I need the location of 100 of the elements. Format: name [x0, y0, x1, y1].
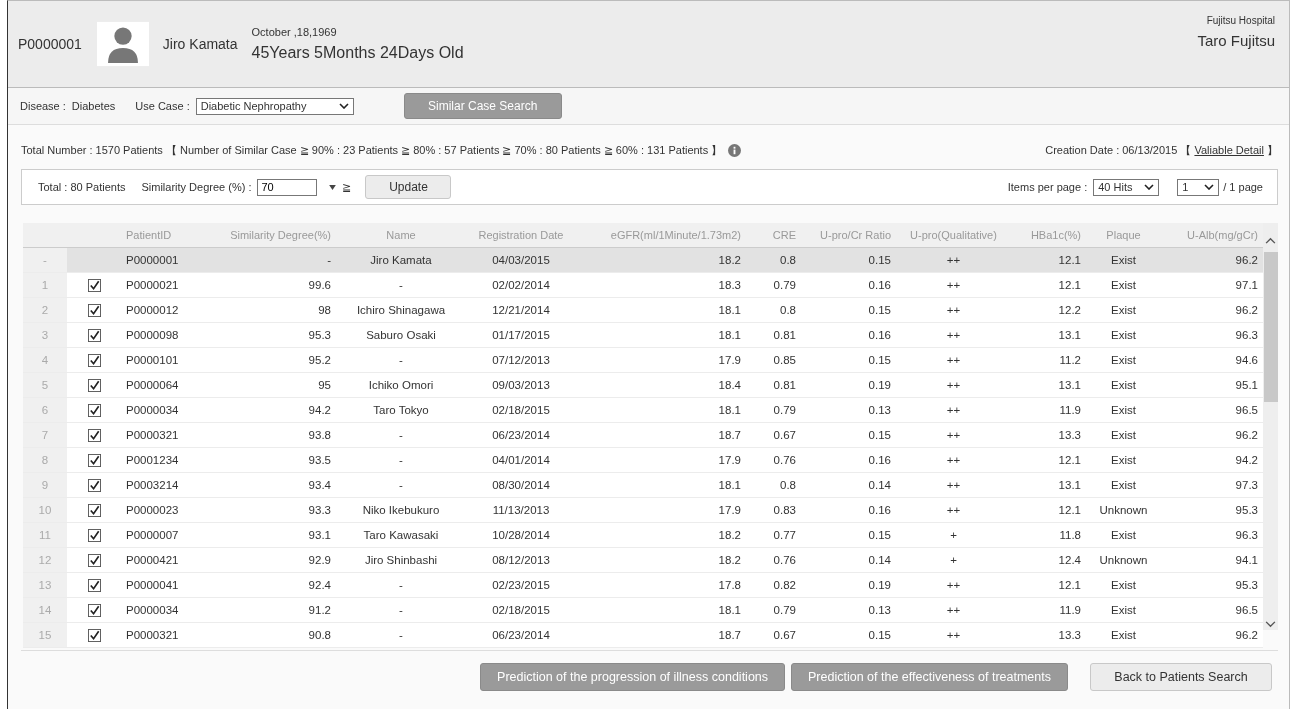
dropdown-triangle-icon[interactable]	[329, 184, 337, 190]
patient-id-cell-text: P0000021	[125, 279, 180, 291]
egfr-cell-text: 18.7	[717, 429, 742, 441]
row-number: 3	[23, 323, 67, 347]
chevron-icon	[1204, 184, 1215, 190]
date-cell-text: 04/03/2015	[491, 254, 551, 266]
patient-id-cell-text: P0000101	[125, 354, 180, 366]
cre-cell-text: 0.76	[772, 454, 797, 466]
row-checkbox[interactable]	[87, 503, 101, 517]
row-number: 1	[23, 273, 67, 297]
hba1c-cell-text: 11.9	[1058, 604, 1082, 616]
summary-text: Total Number : 1570 Patients 【 Number of Similar Case ≧ 90% : 23 Patients ≧ 80% : 57 Patients ≧ 70% : 80 Patients ≧ 60% : 131 Patients 】	[21, 142, 723, 158]
patient-id-cell-text: P0003214	[125, 479, 180, 491]
qualitative-cell-text: ++	[945, 354, 962, 366]
date-cell-text: 01/17/2015	[491, 329, 551, 341]
egfr-cell-text: 17.9	[717, 454, 742, 466]
detail-link[interactable]: Valiable Detail	[1194, 143, 1264, 156]
hba1c-cell-text: 12.4	[1057, 554, 1082, 566]
items-per-page-dropdown[interactable]: 40 Hits	[1093, 178, 1160, 196]
row-checkbox[interactable]	[87, 603, 101, 617]
date-cell-text: 02/18/2015	[491, 404, 551, 416]
alb-cell-text: 97.3	[1234, 479, 1259, 491]
name-cell-text: -	[398, 429, 404, 441]
patient-id-cell-text: P0000421	[125, 554, 180, 566]
qualitative-cell-text: ++	[945, 404, 962, 416]
info-icon[interactable]	[728, 143, 742, 157]
alb-cell-text: 94.6	[1234, 354, 1259, 366]
column-header: Plaque	[1105, 229, 1142, 241]
hba1c-cell-text: 11.9	[1058, 404, 1082, 416]
similarity-input[interactable]: 70	[257, 178, 318, 196]
row-checkbox[interactable]	[87, 353, 101, 367]
ratio-cell-text: 0.19	[867, 579, 892, 591]
column-header: PatientID	[125, 229, 173, 241]
date-cell-text: 08/12/2013	[491, 554, 551, 566]
row-checkbox[interactable]	[87, 478, 101, 492]
hospital-name: Fujitsu Hospital	[1206, 15, 1275, 26]
patient-id-cell-text: P0000321	[125, 429, 180, 441]
name-cell-text: -	[398, 279, 404, 291]
row-checkbox[interactable]	[87, 403, 101, 417]
name-cell-text: -	[398, 454, 404, 466]
plaque-cell-text: Exist	[1110, 404, 1137, 416]
plaque-cell-text: Exist	[1110, 279, 1137, 291]
patient-id-cell-text: P0000001	[125, 254, 180, 266]
similarity-cell-text: 99.6	[307, 279, 332, 291]
qualitative-cell-text: ++	[945, 579, 962, 591]
egfr-cell-text: 18.2	[717, 554, 742, 566]
plaque-cell-text: Exist	[1110, 429, 1137, 441]
page-total: / 1 page	[1223, 181, 1263, 193]
row-number: 6	[23, 398, 67, 422]
row-checkbox[interactable]	[87, 328, 101, 342]
plaque-cell-text: Exist	[1110, 604, 1137, 616]
alb-cell-text: 96.2	[1234, 429, 1259, 441]
cre-cell-text: 0.82	[772, 579, 797, 591]
plaque-cell-text: Exist	[1110, 454, 1137, 466]
plaque-cell-text: Exist	[1110, 529, 1137, 541]
row-checkbox[interactable]	[87, 378, 101, 392]
cre-cell-text: 0.79	[772, 604, 797, 616]
hba1c-cell-text: 12.1	[1057, 254, 1082, 266]
birth-date: October ,18,1969	[251, 26, 338, 38]
hba1c-cell-text: 12.1	[1057, 504, 1082, 516]
column-header: U-pro/Cr Ratio	[819, 229, 892, 241]
row-number: 5	[23, 373, 67, 397]
name-cell-text: -	[398, 604, 404, 616]
date-cell-text: 07/12/2013	[491, 354, 551, 366]
row-checkbox[interactable]	[87, 553, 101, 567]
date-cell-text: 08/30/2014	[491, 479, 551, 491]
creation-date: Creation Date : 06/13/2015 【 Valiable Detail 】	[1045, 142, 1278, 158]
action-button[interactable]: Back to Patients Search	[1090, 663, 1272, 691]
column-header: HBa1c(%)	[1029, 229, 1082, 241]
update-button[interactable]: Update	[365, 175, 452, 199]
date-cell-text: 11/13/2013	[491, 504, 551, 516]
row-checkbox[interactable]	[87, 528, 101, 542]
name-cell-text: Taro Tokyo	[372, 404, 430, 416]
row-checkbox[interactable]	[87, 428, 101, 442]
use-case-dropdown[interactable]: Diabetic Nephropathy	[195, 97, 354, 115]
ratio-cell-text: 0.13	[867, 404, 892, 416]
cre-cell-text: 0.77	[772, 529, 797, 541]
scroll-down-icon[interactable]	[1265, 621, 1276, 628]
disease-label: Disease :	[20, 100, 66, 112]
patient-id-cell-text: P0000034	[125, 404, 180, 416]
row-checkbox[interactable]	[87, 628, 101, 642]
row-checkbox[interactable]	[87, 453, 101, 467]
scrollbar[interactable]	[1263, 223, 1278, 630]
page-dropdown[interactable]: 1	[1177, 178, 1220, 196]
scroll-thumb[interactable]	[1263, 252, 1278, 402]
similarity-cell-text: -	[326, 254, 332, 266]
disease-value: Diabetes	[71, 100, 116, 112]
ratio-cell-text: 0.15	[867, 304, 892, 316]
ratio-cell-text: 0.19	[867, 379, 892, 391]
ratio-cell-text: 0.16	[867, 454, 892, 466]
scroll-up-icon[interactable]	[1265, 237, 1276, 244]
row-checkbox[interactable]	[87, 303, 101, 317]
plaque-cell-text: Exist	[1110, 354, 1137, 366]
row-checkbox[interactable]	[87, 578, 101, 592]
egfr-cell-text: 17.9	[717, 354, 742, 366]
column-header: Name	[385, 229, 417, 241]
patient-id-cell-text: P0000023	[125, 504, 180, 516]
row-checkbox[interactable]	[87, 278, 101, 292]
name-cell-text: Saburo Osaki	[365, 329, 437, 341]
name-cell-text: Taro Kawasaki	[362, 529, 440, 541]
